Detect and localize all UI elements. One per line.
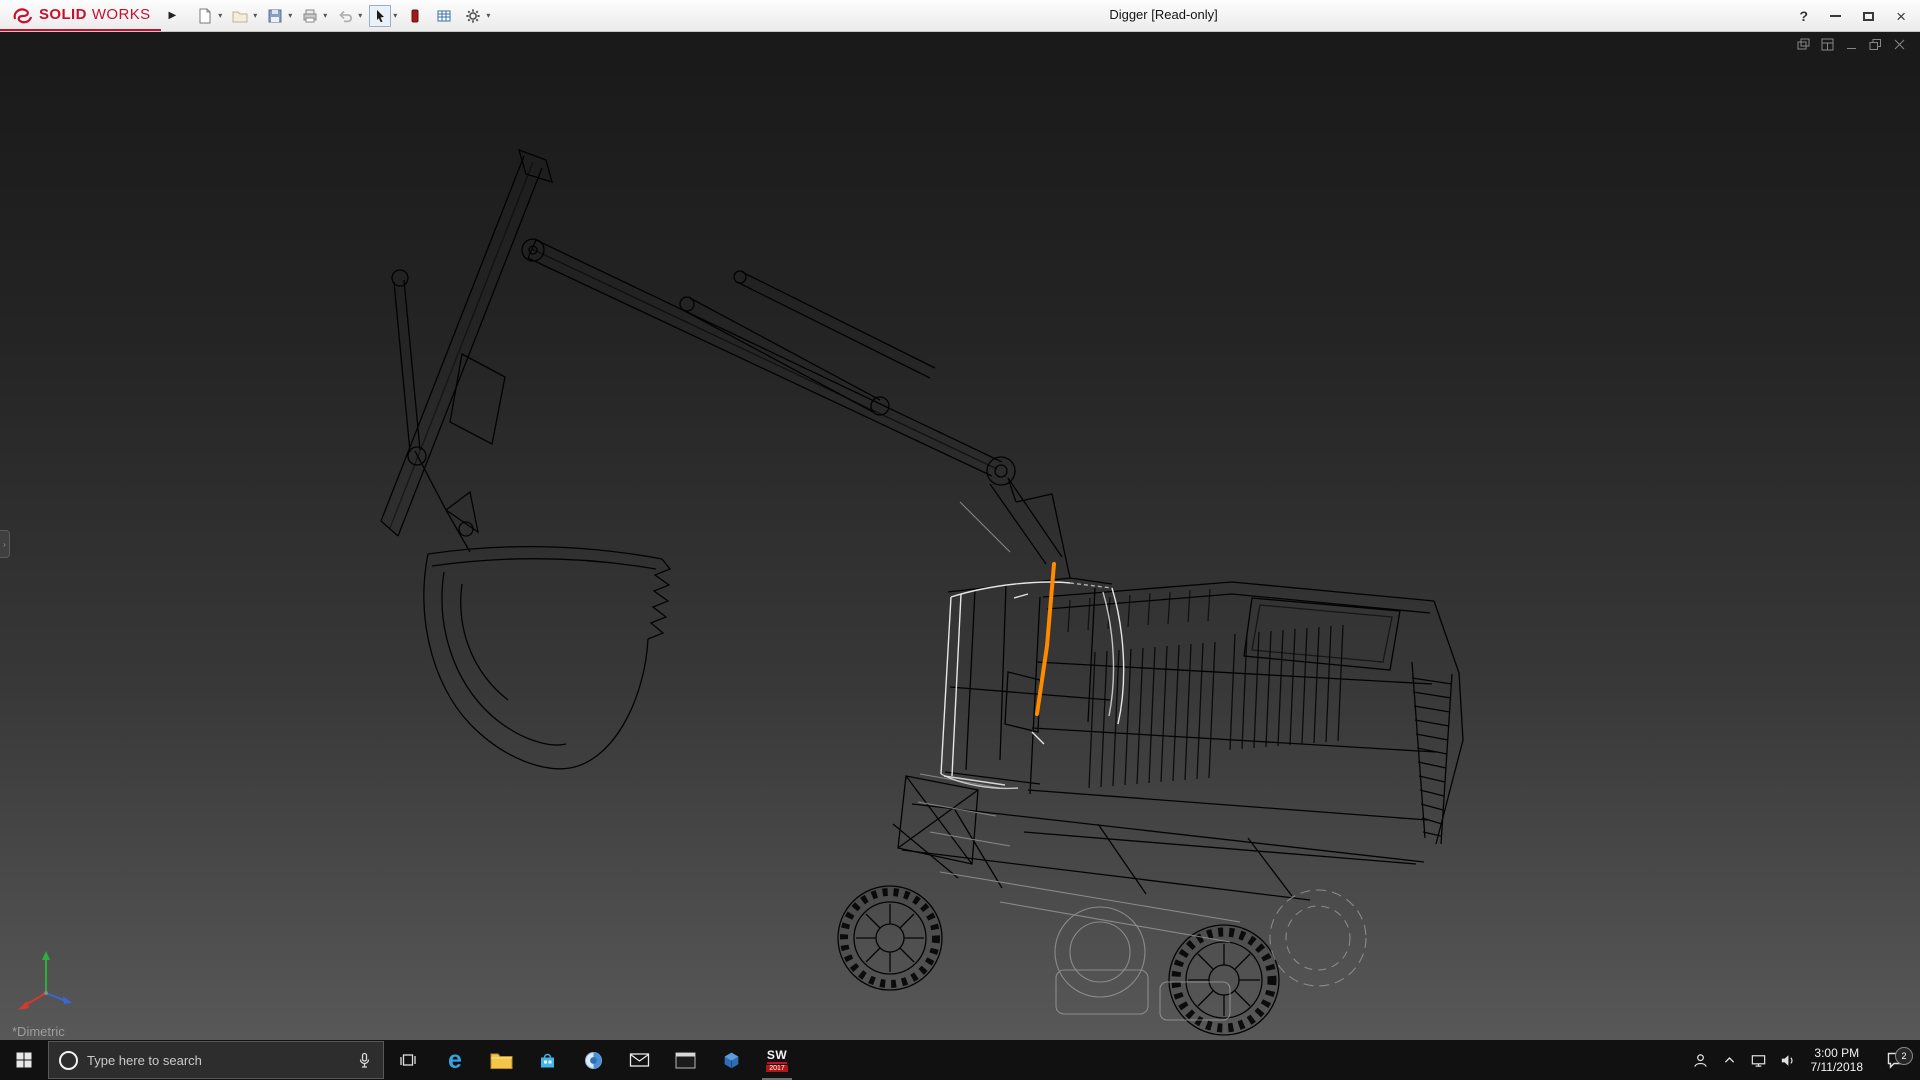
action-center-button[interactable]: 2 bbox=[1872, 1051, 1918, 1070]
task-view-button[interactable] bbox=[384, 1040, 432, 1080]
dropdown-caret-icon: ▾ bbox=[358, 12, 362, 20]
clock-date: 7/11/2018 bbox=[1811, 1060, 1864, 1074]
taskbar-app-file-explorer[interactable] bbox=[478, 1040, 524, 1080]
design-table-button[interactable] bbox=[431, 4, 457, 28]
taskbar-app-console[interactable] bbox=[662, 1040, 708, 1080]
taskbar-app-edge[interactable]: e bbox=[432, 1040, 478, 1080]
help-button[interactable]: ? bbox=[1800, 8, 1809, 24]
gear-icon bbox=[462, 5, 484, 27]
solidworks-app-icon: SW 2017 bbox=[766, 1049, 788, 1072]
volume-button[interactable] bbox=[1773, 1040, 1802, 1080]
z-axis-arrow bbox=[63, 996, 72, 1004]
xpress-tools-icon bbox=[404, 5, 426, 27]
dropdown-caret-icon: ▾ bbox=[288, 12, 292, 20]
new-document-icon bbox=[194, 5, 216, 27]
menu-expand-arrow[interactable]: ▶ bbox=[169, 10, 177, 21]
console-window-icon bbox=[675, 1052, 696, 1069]
hidden-line-geometry bbox=[918, 502, 1366, 1020]
mail-icon bbox=[629, 1052, 650, 1068]
dropdown-caret-icon: ▾ bbox=[323, 12, 327, 20]
save-button[interactable]: ▾ bbox=[262, 4, 294, 28]
select-tool-button[interactable]: ▾ bbox=[367, 4, 399, 28]
solidworks-logo[interactable]: SOLID WORKS bbox=[0, 0, 161, 31]
show-hidden-icons-button[interactable] bbox=[1715, 1040, 1744, 1080]
printer-icon bbox=[299, 5, 321, 27]
dropdown-caret-icon: ▾ bbox=[393, 12, 397, 20]
open-folder-icon bbox=[229, 5, 251, 27]
ds-logo-icon bbox=[12, 6, 34, 24]
triad-origin bbox=[44, 991, 48, 995]
start-button[interactable] bbox=[0, 1040, 48, 1080]
cortana-icon bbox=[59, 1051, 78, 1070]
close-button[interactable]: × bbox=[1896, 8, 1906, 25]
taskbar-app-3d[interactable] bbox=[708, 1040, 754, 1080]
edge-icon: e bbox=[448, 1048, 462, 1073]
tile-windows-icon[interactable] bbox=[1821, 38, 1834, 51]
save-floppy-icon bbox=[264, 5, 286, 27]
window-controls: ? × bbox=[1800, 0, 1907, 32]
cascade-windows-icon[interactable] bbox=[1797, 38, 1810, 51]
restore-document-icon[interactable] bbox=[1869, 38, 1882, 51]
speaker-icon bbox=[1779, 1052, 1796, 1069]
dropdown-caret-icon: ▾ bbox=[486, 12, 490, 20]
quick-toolbar: ▾ ▾ ▾ ▾ ▾ bbox=[192, 4, 492, 28]
network-button[interactable] bbox=[1744, 1040, 1773, 1080]
titlebar: SOLID WORKS ▶ ▾ ▾ ▾ ▾ bbox=[0, 0, 1920, 32]
x-axis-arrow bbox=[18, 1001, 29, 1010]
taskbar-app-round[interactable] bbox=[570, 1040, 616, 1080]
store-icon bbox=[538, 1051, 557, 1070]
solidworks-app-year: 2017 bbox=[766, 1065, 788, 1072]
clock-time: 3:00 PM bbox=[1814, 1046, 1859, 1060]
taskbar-app-mail[interactable] bbox=[616, 1040, 662, 1080]
new-document-button[interactable]: ▾ bbox=[192, 4, 224, 28]
windows-taskbar: Type here to search e bbox=[0, 1040, 1920, 1080]
dropdown-caret-icon: ▾ bbox=[218, 12, 222, 20]
y-axis-arrow bbox=[42, 951, 50, 960]
taskbar-clock[interactable]: 3:00 PM 7/11/2018 bbox=[1802, 1046, 1873, 1074]
brand-name-bold: SOLID bbox=[39, 6, 87, 23]
taskbar-search-input[interactable]: Type here to search bbox=[48, 1041, 384, 1079]
maximize-button[interactable] bbox=[1863, 12, 1874, 21]
viewport-side-tab[interactable]: › bbox=[0, 530, 10, 558]
people-icon bbox=[1692, 1052, 1709, 1069]
3d-app-icon bbox=[722, 1051, 741, 1070]
z-axis-blue bbox=[46, 993, 66, 1001]
microphone-icon[interactable] bbox=[356, 1052, 373, 1069]
taskbar-app-solidworks[interactable]: SW 2017 bbox=[754, 1040, 800, 1080]
open-document-button[interactable]: ▾ bbox=[227, 4, 259, 28]
solidworks-window: SOLID WORKS ▶ ▾ ▾ ▾ ▾ bbox=[0, 0, 1920, 1080]
print-button[interactable]: ▾ bbox=[297, 4, 329, 28]
taskbar-app-store[interactable] bbox=[524, 1040, 570, 1080]
xpress-tools-button[interactable] bbox=[402, 4, 428, 28]
design-table-icon bbox=[433, 5, 455, 27]
windows-logo-icon bbox=[15, 1051, 33, 1069]
round-app-icon bbox=[584, 1051, 603, 1070]
task-view-icon bbox=[399, 1051, 417, 1069]
select-cursor-icon bbox=[369, 5, 391, 27]
document-title: Digger [Read-only] bbox=[1109, 0, 1217, 32]
options-button[interactable]: ▾ bbox=[460, 4, 492, 28]
brand-name-light: WORKS bbox=[92, 6, 151, 23]
undo-arrow-icon bbox=[334, 5, 356, 27]
document-window-controls bbox=[1797, 38, 1906, 51]
search-placeholder: Type here to search bbox=[87, 1053, 347, 1068]
orientation-triad[interactable] bbox=[12, 943, 82, 1018]
solidworks-app-label: SW bbox=[767, 1049, 787, 1064]
minimize-document-icon[interactable] bbox=[1845, 38, 1858, 51]
3d-viewport-canvas[interactable] bbox=[0, 32, 1920, 1040]
undo-button[interactable]: ▾ bbox=[332, 4, 364, 28]
selected-edge-highlight bbox=[1037, 564, 1054, 714]
chevron-up-icon bbox=[1722, 1053, 1737, 1068]
system-tray: 3:00 PM 7/11/2018 2 bbox=[1686, 1040, 1920, 1080]
close-document-icon[interactable] bbox=[1893, 38, 1906, 51]
network-icon bbox=[1750, 1052, 1767, 1069]
view-orientation-label: *Dimetric bbox=[12, 1024, 65, 1039]
minimize-button[interactable] bbox=[1830, 15, 1841, 17]
graphics-area: › *Dimetric bbox=[0, 32, 1920, 1040]
file-explorer-icon bbox=[490, 1051, 513, 1070]
excavator-wireframe bbox=[381, 150, 1463, 1035]
people-button[interactable] bbox=[1686, 1040, 1715, 1080]
notification-badge: 2 bbox=[1895, 1047, 1913, 1065]
dropdown-caret-icon: ▾ bbox=[253, 12, 257, 20]
